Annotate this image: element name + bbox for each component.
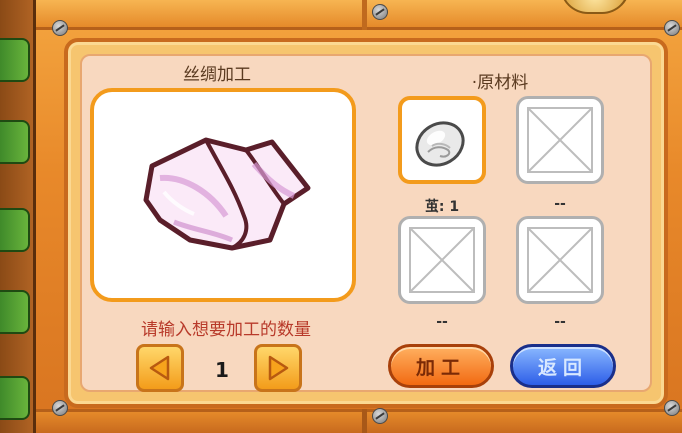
empty-slot-icon (409, 227, 475, 293)
screw-icon (372, 408, 388, 424)
right-arrow-icon (268, 355, 289, 381)
material-slot-label: -- (554, 314, 566, 330)
material-slot-label: -- (554, 196, 566, 212)
increase-quantity-button[interactable] (254, 344, 302, 392)
decrease-quantity-button[interactable] (136, 344, 184, 392)
material-slot-label: -- (436, 314, 448, 330)
bottom-frame-bar (36, 409, 682, 433)
material-slot-empty[interactable] (516, 96, 604, 184)
screw-icon (372, 4, 388, 20)
quantity-value[interactable]: 1 (204, 358, 240, 382)
process-button[interactable]: 加工 (388, 344, 494, 388)
side-tab (0, 208, 30, 252)
side-tab (0, 290, 30, 334)
cocoon-icon (415, 121, 465, 167)
frame-seam (362, 0, 367, 30)
screw-icon (664, 400, 680, 416)
product-title: 丝绸加工 (183, 65, 251, 85)
screw-icon (52, 20, 68, 36)
empty-slot-icon (527, 107, 593, 173)
left-side-rail (0, 0, 36, 433)
material-slot-empty[interactable] (398, 216, 486, 304)
side-tab (0, 38, 30, 82)
left-arrow-icon (149, 355, 170, 381)
material-slot-cocoon[interactable] (398, 96, 486, 184)
screw-icon (664, 20, 680, 36)
back-button[interactable]: 返回 (510, 344, 616, 388)
empty-slot-icon (527, 227, 593, 293)
screw-icon (52, 400, 68, 416)
product-preview-box (90, 88, 356, 302)
game-window-frame: 丝绸加工 请输入想要加工的数量 1 ·原材料 茧: 1 -- -- -- 加工 … (0, 0, 682, 433)
frame-seam (362, 409, 367, 433)
material-slot-empty[interactable] (516, 216, 604, 304)
materials-title: ·原材料 (471, 73, 529, 93)
silk-cloth-icon (143, 137, 311, 251)
side-tab (0, 376, 30, 420)
material-slot-label: 茧: 1 (424, 199, 460, 215)
quantity-prompt: 请输入想要加工的数量 (141, 320, 311, 340)
side-tab (0, 120, 30, 164)
